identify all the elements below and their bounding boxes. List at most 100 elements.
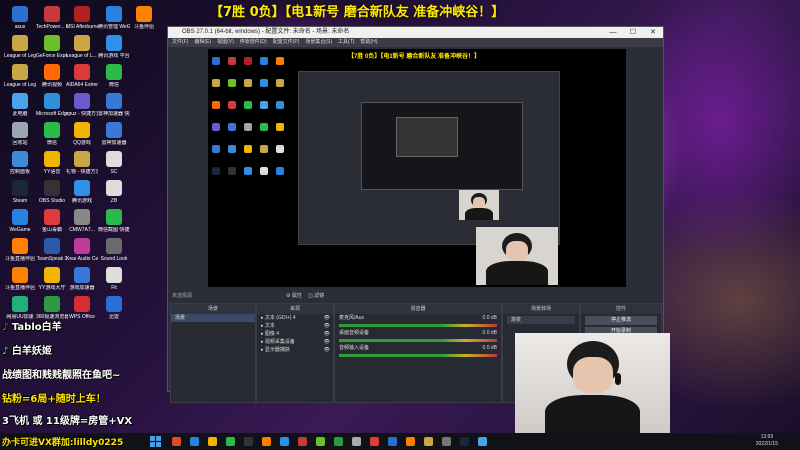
taskbar-app-icon[interactable] — [244, 437, 253, 446]
taskbar-app-icon[interactable] — [262, 437, 271, 446]
visibility-icon[interactable]: 👁 — [324, 330, 330, 338]
desktop-icon[interactable]: 腾讯视频 — [36, 64, 68, 88]
desktop-icon[interactable]: 雷神加速器 — [98, 122, 130, 146]
menu-item[interactable]: 工具(T) — [338, 39, 354, 45]
taskbar-app-icon[interactable] — [460, 437, 469, 446]
taskbar-app-icon[interactable] — [406, 437, 415, 446]
desktop-icon[interactable]: 斗鱼直播伴侣 — [4, 267, 36, 291]
obs-titlebar[interactable]: OBS 27.0.1 (64-bit, windows) - 配置文件: 未命名… — [168, 27, 663, 38]
taskbar-app-icon[interactable] — [352, 437, 361, 446]
desktop-icon[interactable]: cpuz - 快捷方式 — [66, 93, 98, 117]
desktop-icon[interactable]: 腾讯游戏 平台 — [98, 35, 130, 59]
desktop-icon[interactable]: ZB — [98, 180, 130, 204]
desktop-icon[interactable]: Xear Audio Center — [66, 238, 98, 262]
desktop-icon[interactable]: 腾讯管理 WeGame版 — [98, 6, 130, 30]
clock[interactable]: 13:59 2022/1/15 — [756, 434, 778, 448]
desktop-icon[interactable]: 腾讯游戏 — [66, 180, 98, 204]
minimize-button[interactable]: — — [603, 27, 623, 38]
app-icon — [44, 122, 60, 138]
menu-item[interactable]: 配置文件(P) — [273, 39, 300, 45]
desktop-icon[interactable]: 微信截图 快捷方式 — [98, 209, 130, 233]
windows-start-icon[interactable] — [150, 436, 161, 447]
taskbar-app-icon[interactable] — [190, 437, 199, 446]
desktop-icon[interactable]: 斗鱼直播伴侣 — [4, 238, 36, 262]
volume-meter[interactable] — [339, 324, 497, 327]
transition-select[interactable]: 渐变 — [507, 316, 575, 324]
menu-item[interactable]: 视图(V) — [217, 39, 234, 45]
taskbar-app-icon[interactable] — [298, 437, 307, 446]
close-button[interactable]: ✕ — [643, 27, 663, 38]
menu-item[interactable]: 帮助(H) — [360, 39, 377, 45]
desktop-icon[interactable]: Fit — [98, 267, 130, 291]
desktop-icon[interactable]: 金山毒霸 — [36, 209, 68, 233]
taskbar-app-icon[interactable] — [280, 437, 289, 446]
taskbar-app-icon[interactable] — [316, 437, 325, 446]
volume-meter[interactable] — [339, 339, 497, 342]
visibility-icon[interactable]: 👁 — [324, 314, 330, 322]
properties-button[interactable]: ⚙ 属性 — [286, 292, 302, 299]
desktop-icon[interactable]: WPS Office — [66, 296, 98, 320]
desktop-icon[interactable]: YY游戏大厅 — [36, 267, 68, 291]
desktop-icon[interactable]: TechPower... GPU-Z — [36, 6, 68, 30]
desktop-icon[interactable]: 礼物 - 快捷方式 — [66, 151, 98, 175]
source-item[interactable]: ▸ 视频采集设备 👁 — [257, 338, 333, 346]
volume-meter[interactable] — [339, 354, 497, 357]
maximize-button[interactable]: ☐ — [623, 27, 643, 38]
desktop-icon[interactable]: 360极速浏览器 — [36, 296, 68, 320]
overlay-text-2: 白羊妖姬 — [11, 346, 52, 357]
scene-item[interactable]: 场景 — [171, 314, 255, 322]
desktop-icon[interactable]: 微信 — [36, 122, 68, 146]
desktop-icon[interactable]: GeForce Experience — [36, 35, 68, 59]
taskbar-app-icon[interactable] — [208, 437, 217, 446]
visibility-icon[interactable]: 👁 — [324, 338, 330, 346]
taskbar-app-icon[interactable] — [388, 437, 397, 446]
desktop-icon[interactable]: SC — [98, 151, 130, 175]
taskbar-app-icon[interactable] — [424, 437, 433, 446]
desktop-icon[interactable]: League of Legends — [4, 64, 36, 88]
taskbar-app-icon[interactable] — [442, 437, 451, 446]
desktop-icon[interactable]: Steam — [4, 180, 36, 204]
desktop-icon[interactable]: asus — [4, 6, 36, 30]
menu-item[interactable]: 停靠部件(D) — [240, 39, 267, 45]
desktop-icon[interactable]: 雷神加速器 快捷方式 — [98, 93, 130, 117]
source-item[interactable]: ▸ 图像 4 👁 — [257, 330, 333, 338]
desktop-icon[interactable]: 微信 — [98, 64, 130, 88]
desktop-icon[interactable]: QQ游戏 — [66, 122, 98, 146]
desktop-icon[interactable]: 迅雷 — [98, 296, 130, 320]
desktop-icon[interactable]: 游戏加速器 — [66, 267, 98, 291]
desktop-icon[interactable]: YY语音 — [36, 151, 68, 175]
mixer-db-value: 0.0 dB — [482, 315, 497, 321]
menu-item[interactable]: 场景集合(S) — [305, 39, 332, 45]
taskbar-app-icon[interactable] — [226, 437, 235, 446]
menu-item[interactable]: 编辑(E) — [194, 39, 211, 45]
taskbar-app-icon[interactable] — [334, 437, 343, 446]
desktop-icon[interactable]: MSI Afterburner — [66, 6, 98, 30]
desktop-icon[interactable]: 控制面板 — [4, 151, 36, 175]
source-item[interactable]: ▸ 文本 (GDI+) 4 👁 — [257, 314, 333, 322]
desktop-icon[interactable]: Sound Look — [98, 238, 130, 262]
desktop-icon[interactable]: OBS Studio — [36, 180, 68, 204]
taskbar-app-icon[interactable] — [172, 437, 181, 446]
visibility-icon[interactable]: 👁 — [324, 346, 330, 354]
desktop-icon[interactable]: League of L... 快捷方式 — [66, 35, 98, 59]
stop-streaming-button[interactable]: 停止推流 — [585, 316, 657, 325]
desktop-icon[interactable]: 回收站 — [4, 122, 36, 146]
visibility-icon[interactable]: 👁 — [324, 322, 330, 330]
preview-banner: 【7胜 0负】【电1新号 磨合新队友 准备冲峡谷！】 — [348, 54, 481, 60]
desktop-icon[interactable]: 此电脑 — [4, 93, 36, 117]
menu-item[interactable]: 文件(F) — [172, 39, 188, 45]
desktop-icon[interactable]: League of Legends — [4, 35, 36, 59]
filters-button[interactable]: ◫ 滤镜 — [308, 292, 324, 299]
taskbar-app-icon[interactable] — [370, 437, 379, 446]
taskbar-app-icon[interactable] — [478, 437, 487, 446]
obs-preview[interactable]: 【7胜 0负】【电1新号 磨合新队友 准备冲峡谷！】 — [208, 49, 626, 287]
desktop-icon[interactable]: AIDA64 Extreme — [66, 64, 98, 88]
desktop-icon[interactable]: Microsoft Edge — [36, 93, 68, 117]
source-item[interactable]: ▸ 文本 👁 — [257, 322, 333, 330]
desktop-icon[interactable]: 网易UU加速 — [4, 296, 36, 320]
source-item[interactable]: ▸ 显示器捕获 👁 — [257, 346, 333, 354]
desktop-icon[interactable]: WeGame — [4, 209, 36, 233]
desktop-icon[interactable]: CMW7A7... — [66, 209, 98, 233]
desktop-icon[interactable]: 斗鱼伴侣 — [128, 6, 160, 30]
desktop-icon[interactable]: TeamSpeak 3 — [36, 238, 68, 262]
